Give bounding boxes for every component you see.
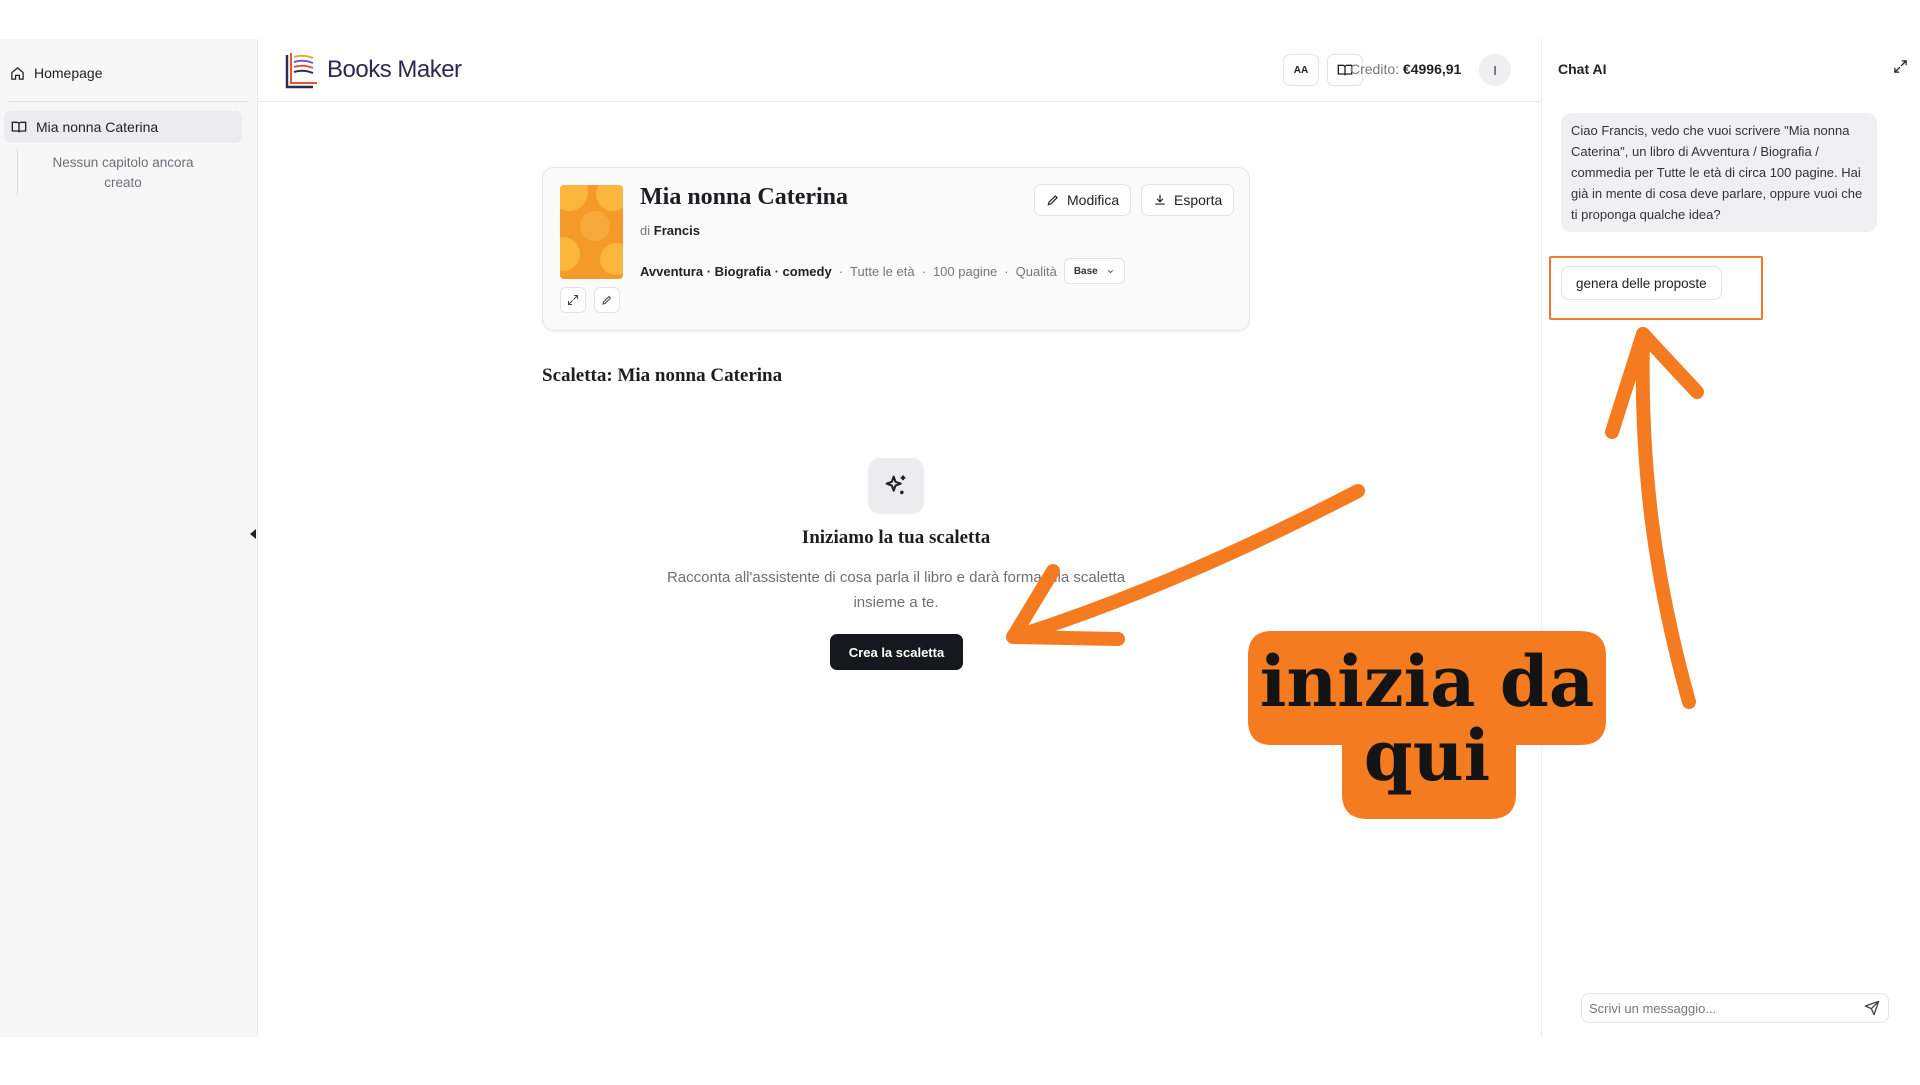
books-logo-icon xyxy=(285,53,317,89)
book-author: di Francis xyxy=(640,223,700,238)
edit-book-label: Modifica xyxy=(1067,192,1120,208)
sidebar: Homepage Mia nonna Caterina Nessun capit… xyxy=(0,39,258,1037)
meta-separator: · xyxy=(838,263,844,279)
user-avatar[interactable]: I xyxy=(1479,54,1511,86)
book-open-icon xyxy=(11,121,27,133)
chat-panel: Chat AI Ciao Francis, vedo che vuoi scri… xyxy=(1541,39,1920,1037)
book-pages: 100 pagine xyxy=(932,263,998,279)
sidebar-item-homepage[interactable]: Homepage xyxy=(10,57,103,89)
pencil-icon xyxy=(1047,195,1058,206)
pencil-icon xyxy=(602,295,612,305)
book-meta: Avventura · Biografia · comedy · Tutte l… xyxy=(640,258,1125,284)
chevron-down-icon xyxy=(1107,269,1113,273)
create-outline-button[interactable]: Crea la scaletta xyxy=(830,634,963,670)
outline-title: Scaletta: Mia nonna Caterina xyxy=(542,365,783,386)
empty-state-description: Racconta all'assistente di cosa parla il… xyxy=(666,569,1126,611)
sparkles-icon xyxy=(885,475,906,495)
chapter-tree-line xyxy=(17,149,18,195)
quality-select[interactable]: Base xyxy=(1063,258,1125,284)
quality-value: Base xyxy=(1073,265,1098,277)
sidebar-divider xyxy=(8,101,249,102)
export-book-button[interactable]: Esporta xyxy=(1141,184,1235,216)
app-window: Homepage Mia nonna Caterina Nessun capit… xyxy=(0,39,1920,1037)
credit-label: Credito: xyxy=(1350,61,1400,77)
edit-book-button[interactable]: Modifica xyxy=(1034,184,1132,216)
author-name: Francis xyxy=(653,223,700,238)
sidebar-item-book[interactable]: Mia nonna Caterina xyxy=(4,111,242,143)
font-size-button[interactable]: AA xyxy=(1283,54,1319,86)
book-cover[interactable] xyxy=(560,185,623,279)
empty-state-title: Iniziamo la tua scaletta xyxy=(801,527,991,548)
author-prefix: di xyxy=(640,223,651,238)
home-icon xyxy=(11,66,24,80)
sidebar-item-label: Homepage xyxy=(34,65,103,81)
top-header: Books Maker AA Credito: €4996,91 I xyxy=(258,39,1541,102)
assistant-message: Ciao Francis, vedo che vuoi scrivere "Mi… xyxy=(1561,113,1877,232)
highlight-box xyxy=(1549,256,1763,320)
empty-chapters-text: Nessun capitolo ancora creato xyxy=(52,155,194,190)
book-audience: Tutte le età xyxy=(850,263,915,279)
book-genres: Avventura · Biografia · comedy xyxy=(640,263,832,279)
expand-icon xyxy=(568,295,578,305)
sparkles-badge xyxy=(868,458,924,514)
collapse-sidebar-icon[interactable] xyxy=(250,529,256,539)
expand-cover-button[interactable] xyxy=(560,287,586,313)
chat-input-placeholder: Scrivi un messaggio... xyxy=(1589,1000,1717,1016)
expand-icon xyxy=(1894,60,1907,73)
suggestion-button[interactable]: genera delle proposte xyxy=(1549,256,1763,320)
book-title: Mia nonna Caterina xyxy=(640,184,849,210)
sidebar-item-label: Mia nonna Caterina xyxy=(36,119,159,135)
download-icon xyxy=(1155,194,1165,205)
chat-title: Chat AI xyxy=(1558,61,1607,77)
logo-text: Books Maker xyxy=(327,56,462,83)
edit-cover-button[interactable] xyxy=(594,287,620,313)
book-card: Mia nonna Caterina di Francis Avventura … xyxy=(542,167,1250,331)
logo[interactable]: Books Maker xyxy=(283,49,462,91)
meta-separator: · xyxy=(1004,263,1009,279)
export-book-label: Esporta xyxy=(1174,192,1223,208)
chat-message-input[interactable]: Scrivi un messaggio... xyxy=(1581,993,1889,1023)
credit-display: Credito: €4996,91 xyxy=(1350,61,1461,77)
meta-separator: · xyxy=(921,263,926,279)
send-icon[interactable] xyxy=(1864,1000,1880,1016)
expand-chat-button[interactable] xyxy=(1893,59,1908,79)
credit-value: €4996,91 xyxy=(1402,61,1462,77)
quality-label: Qualità xyxy=(1015,263,1057,279)
